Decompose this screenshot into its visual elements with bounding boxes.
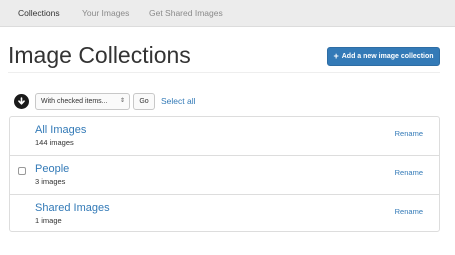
list-item: People 3 images Rename [10,155,439,194]
rename-link[interactable]: Rename [395,129,423,138]
title-divider [8,72,440,73]
rename-link[interactable]: Rename [395,207,423,216]
list-item: Shared Images 1 image Rename [10,194,439,232]
tab-your-images[interactable]: Your Images [82,0,129,27]
page-title: Image Collections [8,42,191,68]
select-arrows-icon: ⇕ [119,98,125,104]
collection-name-link[interactable]: All Images [35,124,86,136]
bulk-action-selected-value: With checked items... [41,98,108,105]
top-nav: Collections Your Images Get Shared Image… [0,0,455,27]
arrow-down-glyph [18,97,25,105]
go-button[interactable]: Go [133,93,155,110]
collection-count: 1 image [35,216,62,225]
tab-collections[interactable]: Collections [18,0,60,27]
add-collection-button[interactable]: + Add a new image collection [327,47,440,66]
arrow-down-circle-icon[interactable] [14,94,29,109]
collection-count: 144 images [35,138,74,147]
tab-get-shared-images[interactable]: Get Shared Images [149,0,223,27]
collection-name-link[interactable]: Shared Images [35,202,110,214]
rename-link[interactable]: Rename [395,168,423,177]
list-item: All Images 144 images Rename [10,117,439,155]
collections-list: All Images 144 images Rename People 3 im… [9,116,440,232]
collection-checkbox[interactable] [18,167,26,175]
add-collection-label: Add a new image collection [341,53,434,60]
select-all-link[interactable]: Select all [161,93,196,110]
collection-count: 3 images [35,177,66,186]
bulk-action-select[interactable]: With checked items... ⇕ [35,93,130,110]
plus-icon: + [333,51,339,61]
collection-name-link[interactable]: People [35,163,69,175]
